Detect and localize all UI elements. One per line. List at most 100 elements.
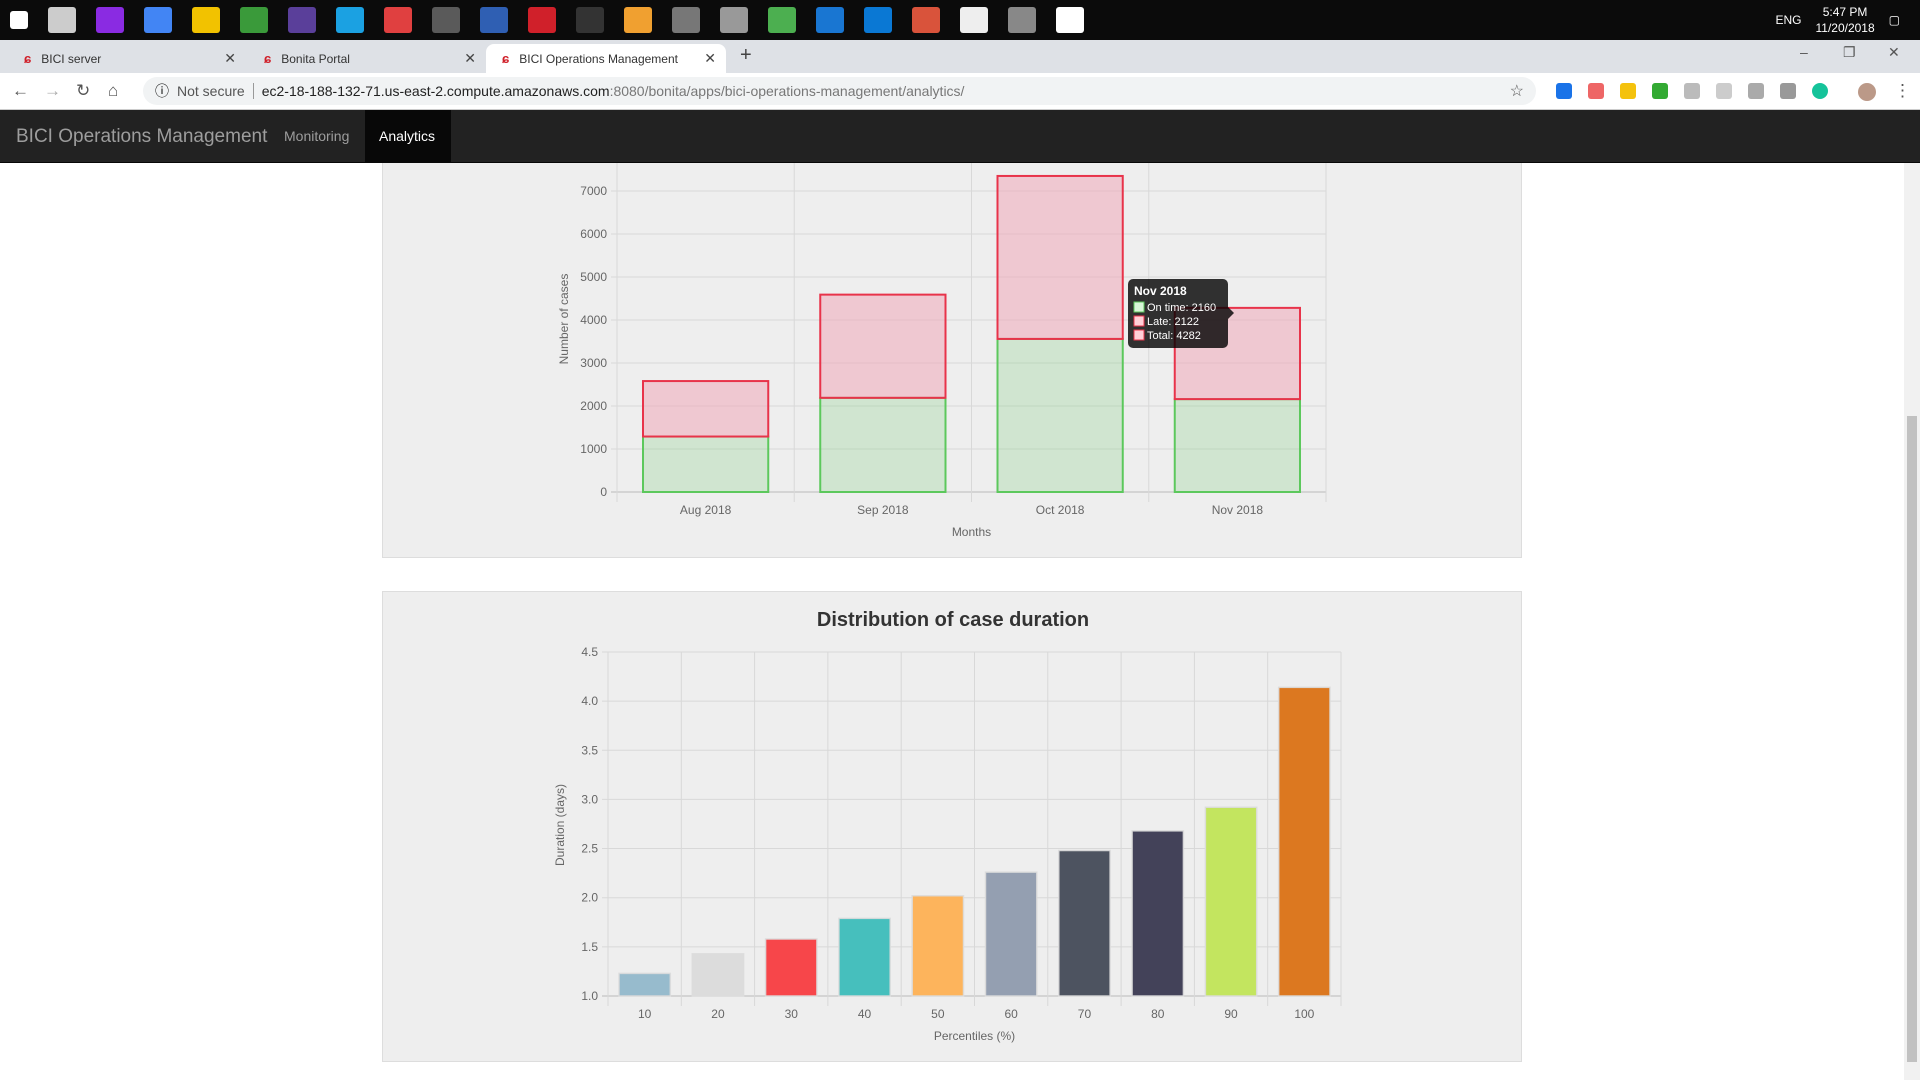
bonita-favicon-icon: ɕ [502, 51, 510, 66]
taskbar-app-icon[interactable] [624, 7, 652, 33]
close-tab-icon[interactable]: ✕ [224, 50, 236, 67]
close-window-button[interactable]: ✕ [1888, 44, 1900, 61]
page-content: 0 1000 2000 3000 4000 5000 6000 7000 Aug 2018 Sep… [0, 163, 1904, 1080]
windows-taskbar: ENG 5:47 PM 11/20/2018 ▢ [0, 0, 1920, 40]
new-tab-button[interactable]: + [740, 44, 752, 67]
y-tick-label: 6000 [580, 227, 607, 241]
taskbar-app-icon[interactable] [48, 7, 76, 33]
taskbar-app-icon[interactable] [816, 7, 844, 33]
browser-tab-strip: ɕ BICI server ✕ ɕ Bonita Portal ✕ ɕ BICI Oper… [0, 40, 1920, 73]
x-tick-label: 90 [1224, 1007, 1238, 1021]
taskbar-app-icon[interactable] [432, 7, 460, 33]
reload-icon[interactable]: ↻ [76, 81, 90, 101]
x-axis-title: Months [952, 525, 991, 539]
taskbar-app-icon[interactable] [336, 7, 364, 33]
tooltip-swatch [1133, 315, 1145, 327]
y-tick-label: 3.5 [581, 743, 598, 757]
clock[interactable]: 5:47 PM 11/20/2018 [1815, 4, 1874, 36]
back-icon[interactable]: ← [12, 81, 29, 101]
taskbar-app-icon[interactable] [672, 7, 700, 33]
y-tick-label: 2000 [580, 399, 607, 413]
scrollbar-thumb[interactable] [1907, 416, 1917, 1062]
x-tick-label: 80 [1151, 1007, 1165, 1021]
extension-icon[interactable] [1556, 83, 1572, 99]
tooltip-line: On time: 2160 [1147, 302, 1216, 314]
taskbar-app-icon[interactable] [768, 7, 796, 33]
tooltip-line: Total: 4282 [1147, 330, 1201, 342]
taskbar-app-icon[interactable] [912, 7, 940, 33]
tab-bonita-portal[interactable]: ɕ Bonita Portal ✕ [248, 44, 486, 73]
x-tick-label: 70 [1078, 1007, 1092, 1021]
chart-title: Distribution of case duration [817, 609, 1089, 631]
taskbar-app-icon[interactable] [576, 7, 604, 33]
bar-percentile-50 [911, 894, 965, 997]
nav-analytics[interactable]: Analytics [365, 110, 451, 163]
menu-icon[interactable]: ⋮ [1894, 81, 1911, 101]
tab-label: Bonita Portal [281, 51, 350, 66]
profile-avatar[interactable] [1858, 83, 1876, 101]
case-duration-card: Distribution of case duration 1.0 1.5 2.0 2.… [382, 591, 1522, 1062]
taskbar-app-icon[interactable] [240, 7, 268, 33]
home-icon[interactable]: ⌂ [108, 81, 118, 101]
info-icon[interactable]: ⓘ [155, 81, 169, 101]
forward-icon[interactable]: → [44, 81, 61, 101]
cases-per-month-card: 0 1000 2000 3000 4000 5000 6000 7000 Aug 2018 Sep… [382, 163, 1522, 558]
extension-icon[interactable] [1620, 83, 1636, 99]
taskbar-app-icon[interactable] [1008, 7, 1036, 33]
cases-per-month-chart: 0 1000 2000 3000 4000 5000 6000 7000 Aug 2018 Sep… [557, 163, 1327, 539]
taskbar-app-icon[interactable] [144, 7, 172, 33]
taskbar-app-icon[interactable] [288, 7, 316, 33]
extension-icon[interactable] [1716, 83, 1732, 99]
close-tab-icon[interactable]: ✕ [704, 50, 716, 67]
y-tick-label: 2.5 [581, 842, 598, 856]
bar-late [819, 293, 947, 399]
tab-bici-operations[interactable]: ɕ BICI Operations Management ✕ [486, 44, 726, 73]
y-tick-label: 3000 [580, 356, 607, 370]
bar-percentile-40 [838, 917, 891, 997]
taskbar-app-icon[interactable] [720, 7, 748, 33]
close-tab-icon[interactable]: ✕ [464, 50, 476, 67]
app-brand[interactable]: BICI Operations Management [16, 126, 267, 148]
grammarly-icon[interactable] [1812, 83, 1828, 99]
extension-icon[interactable] [1684, 83, 1700, 99]
taskbar-apps [0, 7, 1094, 33]
taskbar-app-icon[interactable] [192, 7, 220, 33]
taskbar-app-icon[interactable] [1056, 7, 1084, 33]
extension-icon[interactable] [1748, 83, 1764, 99]
tab-bici-server[interactable]: ɕ BICI server ✕ [8, 44, 246, 73]
y-tick-label: 1000 [580, 442, 607, 456]
extension-icon[interactable] [1780, 83, 1796, 99]
url-bar[interactable]: ⓘ Not secure ec2-18-188-132-71.us-east-2… [143, 77, 1536, 105]
y-axis-title: Duration (days) [553, 784, 567, 866]
y-axis-title: Number of cases [557, 274, 571, 365]
page-scrollbar[interactable] [1904, 163, 1920, 1080]
bar-late [642, 380, 770, 438]
bar-on-time [819, 396, 947, 493]
nav-monitoring[interactable]: Monitoring [270, 110, 363, 163]
taskbar-app-icon[interactable] [96, 7, 124, 33]
bonita-favicon-icon: ɕ [24, 51, 32, 66]
taskbar-app-icon[interactable] [384, 7, 412, 33]
bar-percentile-70 [1058, 849, 1111, 997]
y-tick-label: 4.0 [581, 694, 598, 708]
x-tick-label: 20 [711, 1007, 725, 1021]
x-tick-label: Oct 2018 [1036, 503, 1085, 517]
language-indicator[interactable]: ENG [1775, 13, 1801, 27]
taskbar-app-icon[interactable] [864, 7, 892, 33]
taskbar-app-icon[interactable] [528, 7, 556, 33]
minimize-button[interactable]: – [1800, 44, 1808, 60]
restore-button[interactable]: ❐ [1843, 44, 1856, 61]
extension-icon[interactable] [1588, 83, 1604, 99]
extension-icon[interactable] [1652, 83, 1668, 99]
x-tick-label: 60 [1004, 1007, 1018, 1021]
not-secure-label[interactable]: Not secure [177, 83, 254, 99]
taskbar-app-icon[interactable] [480, 7, 508, 33]
notifications-icon[interactable]: ▢ [1889, 13, 1900, 27]
taskbar-app-icon[interactable] [10, 11, 28, 29]
y-tick-label: 2.0 [581, 891, 598, 905]
clock-time: 5:47 PM [1822, 5, 1868, 19]
tab-label: BICI server [41, 51, 102, 66]
bookmark-star-icon[interactable]: ☆ [1510, 81, 1524, 101]
y-tick-label: 0 [600, 485, 607, 499]
taskbar-app-icon[interactable] [960, 7, 988, 33]
